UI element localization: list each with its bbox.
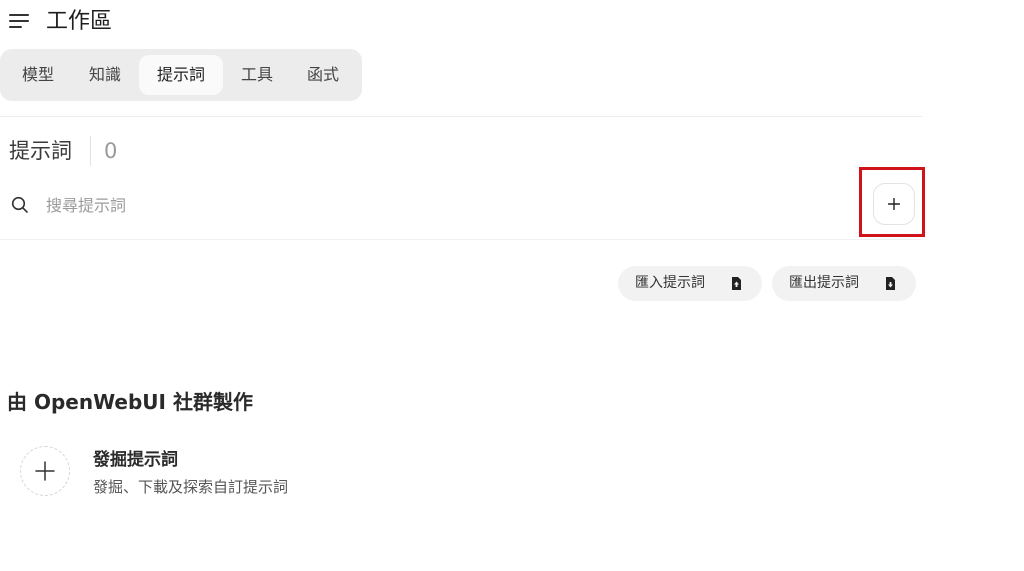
export-prompts-button[interactable]: 匯出提示詞 xyxy=(772,266,916,301)
section-title: 提示詞 xyxy=(9,139,72,163)
discover-icon-circle xyxy=(20,446,70,496)
prompt-count: 0 xyxy=(104,139,118,163)
menu-button[interactable] xyxy=(6,10,32,34)
search-input[interactable] xyxy=(46,188,806,222)
download-icon xyxy=(886,277,895,290)
search-divider xyxy=(0,239,922,240)
search-icon xyxy=(11,196,28,213)
highlight-box xyxy=(859,167,925,237)
section-separator xyxy=(90,136,91,166)
export-label: 匯出提示詞 xyxy=(789,275,859,291)
tab-functions[interactable]: 函式 xyxy=(292,55,354,95)
import-prompts-button[interactable]: 匯入提示詞 xyxy=(618,266,762,301)
tab-knowledge[interactable]: 知識 xyxy=(74,55,136,95)
discover-subtitle: 發掘、下載及探索自訂提示詞 xyxy=(93,478,289,496)
discover-prompts-card[interactable]: 發掘提示詞 發掘、下載及探索自訂提示詞 xyxy=(20,446,440,506)
discover-title: 發掘提示詞 xyxy=(93,450,178,470)
hamburger-icon xyxy=(9,14,29,16)
divider xyxy=(0,116,922,117)
upload-icon xyxy=(732,277,741,290)
community-heading: 由 OpenWebUI 社群製作 xyxy=(7,390,253,414)
tab-models[interactable]: 模型 xyxy=(8,55,68,95)
tab-tools[interactable]: 工具 xyxy=(226,55,288,95)
plus-icon xyxy=(35,461,55,481)
tab-prompts[interactable]: 提示詞 xyxy=(139,55,223,95)
import-label: 匯入提示詞 xyxy=(635,275,705,291)
workspace-tabs: 模型 知識 提示詞 工具 函式 xyxy=(0,49,362,101)
page-title: 工作區 xyxy=(46,9,113,34)
